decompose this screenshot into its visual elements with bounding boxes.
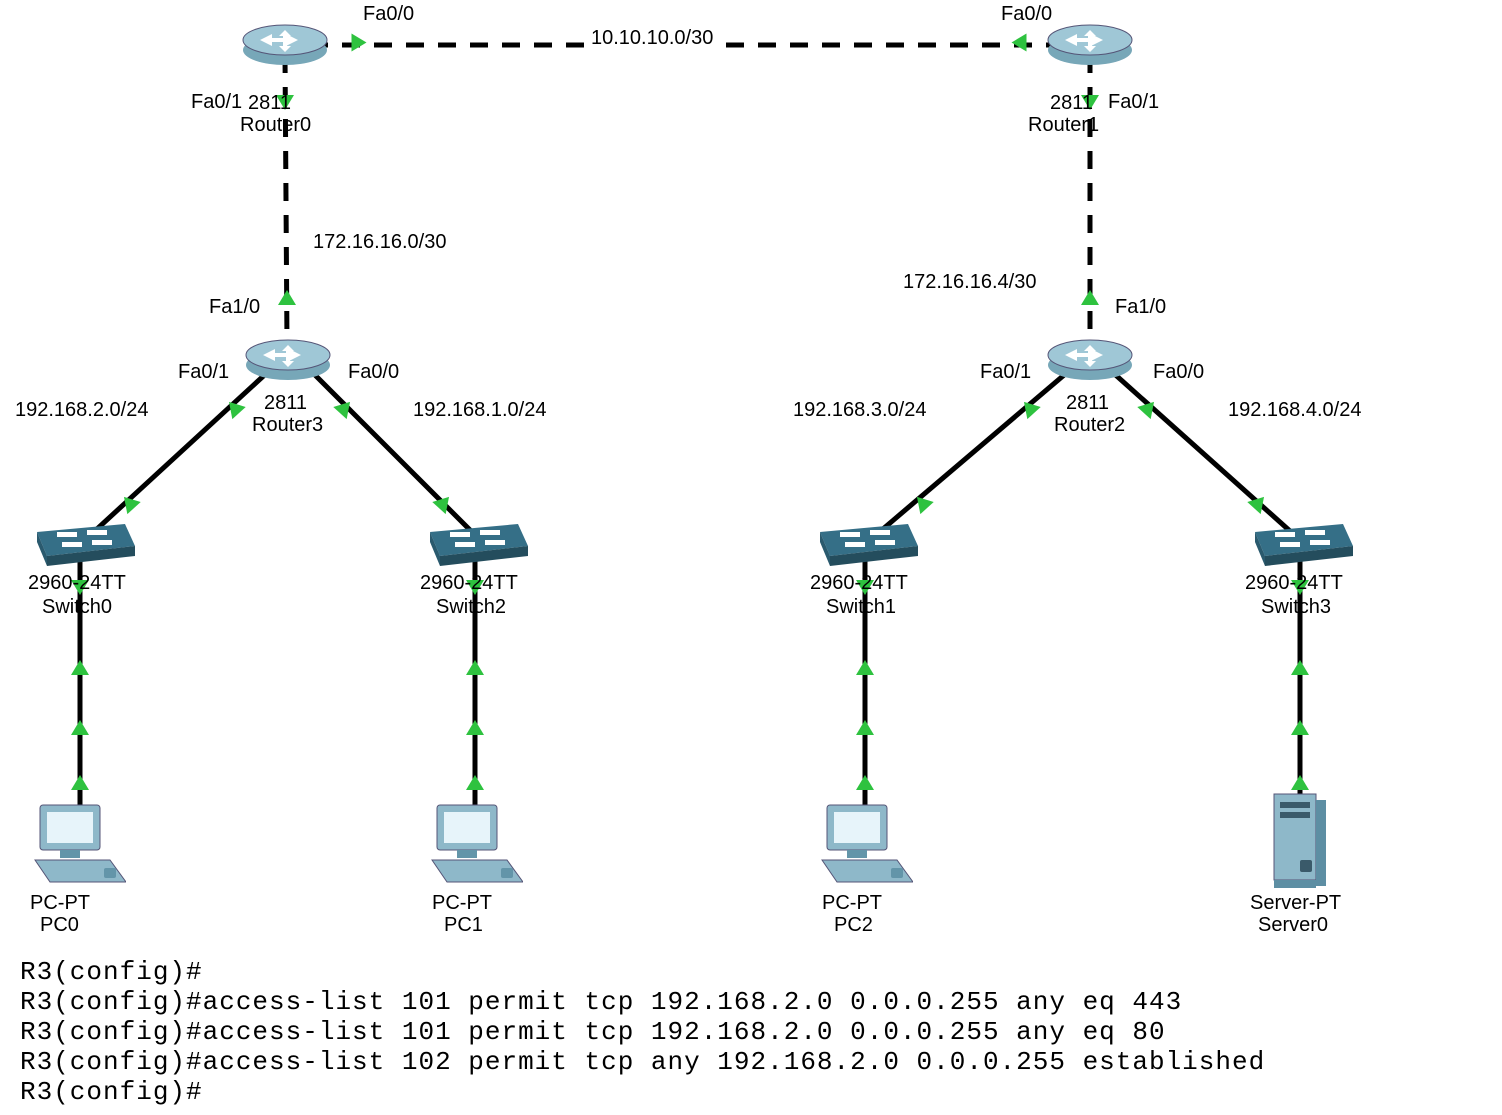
port-label: Fa0/0 — [360, 2, 417, 27]
cli-line: R3(config)#access-list 102 permit tcp an… — [20, 1048, 1480, 1078]
switch1[interactable] — [810, 522, 918, 566]
subnet-label: 192.168.4.0/24 — [1225, 398, 1364, 423]
pc2[interactable] — [817, 800, 913, 890]
router2[interactable] — [1045, 335, 1135, 383]
switch1-model: 2960-24TT — [810, 572, 908, 595]
link-status-icon — [856, 775, 874, 790]
subnet-label: 172.16.16.4/30 — [900, 270, 1039, 295]
subnet-label: 192.168.2.0/24 — [12, 398, 151, 423]
link-status-icon — [71, 720, 89, 735]
pc2-model: PC-PT — [822, 892, 882, 915]
link-status-icon — [1291, 660, 1309, 675]
router3[interactable] — [243, 335, 333, 383]
cli-line: R3(config)# — [20, 1078, 1480, 1108]
link-status-icon — [352, 34, 367, 52]
link-status-icon — [71, 660, 89, 675]
switch2-name: Switch2 — [436, 596, 506, 619]
port-label: Fa0/1 — [188, 90, 245, 115]
port-label: Fa0/0 — [345, 360, 402, 385]
pc1[interactable] — [427, 800, 523, 890]
subnet-label: 192.168.1.0/24 — [410, 398, 549, 423]
switch3-name: Switch3 — [1261, 596, 1331, 619]
pc0[interactable] — [30, 800, 126, 890]
link-status-icon — [1012, 34, 1027, 52]
router1-name: Router1 — [1028, 114, 1099, 137]
subnet-label: 172.16.16.0/30 — [310, 230, 449, 255]
router0-model: 2811 — [248, 92, 291, 115]
cli-line: R3(config)#access-list 101 permit tcp 19… — [20, 988, 1480, 1018]
router0-name: Router0 — [240, 114, 311, 137]
topology-canvas[interactable]: Fa0/0 Fa0/0 10.10.10.0/30 Fa0/1 2811 Rou… — [0, 0, 1502, 1115]
link-status-icon — [466, 720, 484, 735]
link-status-icon — [466, 775, 484, 790]
router1-model: 2811 — [1050, 92, 1093, 115]
cli-line: R3(config)#access-list 101 permit tcp 19… — [20, 1018, 1480, 1048]
port-label: Fa0/0 — [1150, 360, 1207, 385]
pc1-model: PC-PT — [432, 892, 492, 915]
pc1-name: PC1 — [444, 914, 483, 937]
link-status-icon — [1291, 775, 1309, 790]
switch3-model: 2960-24TT — [1245, 572, 1343, 595]
server0-name: Server0 — [1258, 914, 1328, 937]
router1[interactable] — [1045, 20, 1135, 68]
port-label: Fa0/1 — [175, 360, 232, 385]
server0[interactable] — [1270, 790, 1330, 890]
pc2-name: PC2 — [834, 914, 873, 937]
link-status-icon — [278, 290, 296, 305]
cli-line: R3(config)# — [20, 958, 1480, 988]
subnet-label: 10.10.10.0/30 — [588, 26, 716, 51]
router3-model: 2811 — [264, 392, 307, 415]
switch2[interactable] — [420, 522, 528, 566]
port-label: Fa1/0 — [206, 295, 263, 320]
router3-name: Router3 — [252, 414, 323, 437]
link-status-icon — [1291, 720, 1309, 735]
switch2-model: 2960-24TT — [420, 572, 518, 595]
cli-output: R3(config)# R3(config)#access-list 101 p… — [20, 958, 1480, 1107]
port-label: Fa1/0 — [1112, 295, 1169, 320]
subnet-label: 192.168.3.0/24 — [790, 398, 929, 423]
server0-model: Server-PT — [1250, 892, 1341, 915]
link-status-icon — [71, 775, 89, 790]
pc0-model: PC-PT — [30, 892, 90, 915]
link-status-icon — [856, 720, 874, 735]
switch0-model: 2960-24TT — [28, 572, 126, 595]
router2-name: Router2 — [1054, 414, 1125, 437]
port-label: Fa0/1 — [1105, 90, 1162, 115]
router2-model: 2811 — [1066, 392, 1109, 415]
pc0-name: PC0 — [40, 914, 79, 937]
port-label: Fa0/0 — [998, 2, 1055, 27]
link-status-icon — [466, 660, 484, 675]
switch0-name: Switch0 — [42, 596, 112, 619]
link-status-icon — [1081, 290, 1099, 305]
switch3[interactable] — [1245, 522, 1353, 566]
link-status-icon — [856, 660, 874, 675]
router0[interactable] — [240, 20, 330, 68]
switch1-name: Switch1 — [826, 596, 896, 619]
port-label: Fa0/1 — [977, 360, 1034, 385]
switch0[interactable] — [27, 522, 135, 566]
